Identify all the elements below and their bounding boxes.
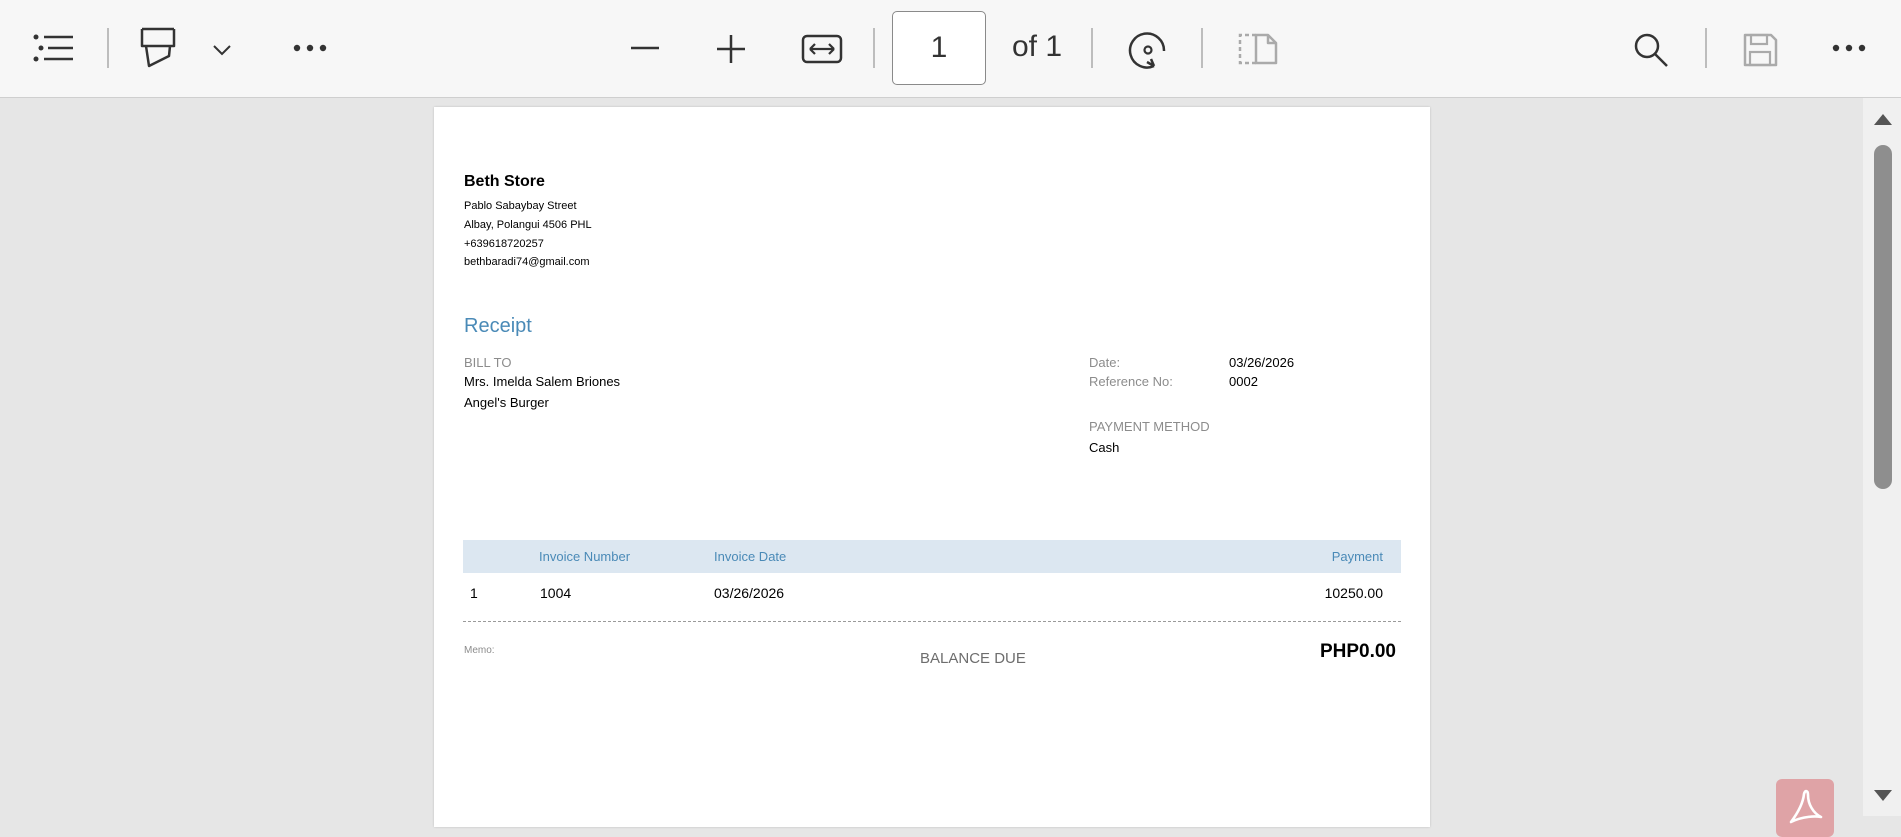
list-icon[interactable] [28,28,80,68]
bill-to-name: Mrs. Imelda Salem Briones [464,374,621,389]
divider [463,621,1401,622]
scrollbar-thumb[interactable] [1874,145,1892,489]
payment-method-label: PAYMENT METHOD [1089,419,1210,434]
toolbar-separator [1091,28,1093,68]
row-index: 1 [470,585,478,601]
table-header: Invoice Number Invoice Date Payment [463,540,1401,573]
more-icon[interactable] [290,38,330,58]
reference-value: 0002 [1229,374,1258,389]
toolbar-separator [873,28,875,68]
more-icon[interactable] [1829,38,1869,58]
page-count: of 1 [1012,30,1063,63]
two-page-icon[interactable] [1235,31,1279,67]
payment-method-value: Cash [1089,440,1120,455]
bill-to-company: Angel's Burger [464,395,549,410]
scroll-up-arrow[interactable] [1874,114,1892,125]
document-viewer: Beth Store Pablo Sabaybay Street Albay, … [0,98,1863,837]
vertical-scrollbar[interactable] [1863,98,1901,816]
balance-due-amount: PHP0.00 [1319,641,1396,662]
fit-width-icon[interactable] [800,32,844,66]
row-invoice-date: 03/26/2026 [714,585,785,601]
search-icon[interactable] [1632,31,1670,69]
acrobat-icon[interactable] [1776,779,1834,837]
toolbar-separator [1201,28,1203,68]
memo-label: Memo: [464,645,495,656]
document-title: Receipt [464,315,532,337]
store-phone: +639618720257 [464,238,544,250]
column-header-payment: Payment [1331,549,1383,564]
date-label: Date: [1089,355,1121,370]
scroll-down-arrow[interactable] [1874,790,1892,801]
balance-due-label: BALANCE DUE [920,650,1026,667]
store-city: Albay, Polangui 4506 PHL [464,219,592,231]
toolbar: of 1 [0,0,1901,98]
page-number-input[interactable] [892,11,986,85]
plus-icon[interactable] [715,33,747,65]
bill-to-label: BILL TO [464,355,512,370]
rotate-icon[interactable] [1126,28,1170,72]
store-name: Beth Store [464,173,545,190]
save-icon[interactable] [1740,30,1780,70]
toolbar-separator [107,28,109,68]
toolbar-separator [1705,28,1707,68]
chevron-down-icon[interactable] [210,38,234,62]
row-payment: 10250.00 [1324,585,1383,601]
row-invoice-number: 1004 [540,585,572,601]
store-street: Pablo Sabaybay Street [464,200,577,212]
store-email: bethbaradi74@gmail.com [464,256,590,268]
column-header-invoice-number: Invoice Number [539,549,631,564]
date-value: 03/26/2026 [1229,355,1295,370]
highlighter-icon[interactable] [136,24,180,72]
minus-icon[interactable] [628,36,662,60]
reference-label: Reference No: [1089,374,1173,389]
document-page: Beth Store Pablo Sabaybay Street Albay, … [434,107,1430,827]
column-header-invoice-date: Invoice Date [714,549,787,564]
